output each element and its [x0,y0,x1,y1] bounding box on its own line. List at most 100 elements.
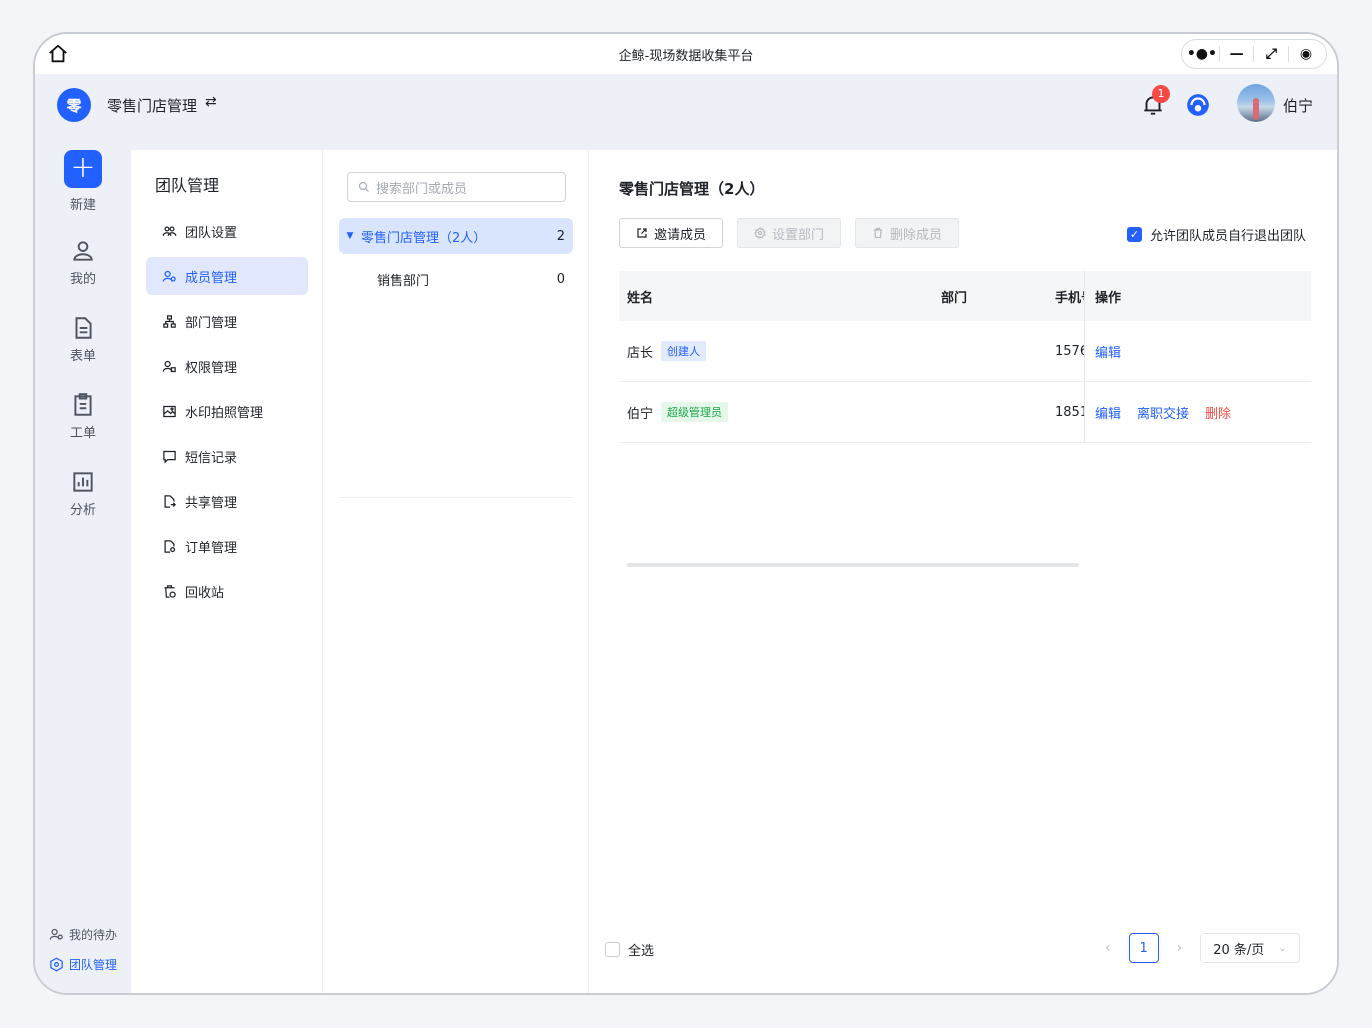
delete-link[interactable]: 删除 [1205,403,1231,422]
capsule-divider [1218,46,1220,62]
handover-link[interactable]: 离职交接 [1137,403,1189,422]
checkbox-unchecked-icon[interactable] [605,942,620,957]
more-icon[interactable]: •●• [1187,43,1217,65]
switch-team-icon[interactable]: ⇄ [205,94,217,110]
checkbox-checked-icon[interactable]: ✓ [1127,227,1142,242]
window-capsule: •●• — ⤢ ◉ [1181,39,1327,69]
subnav-item-label: 水印拍照管理 [185,405,264,421]
subnav-item-departments[interactable]: 部门管理 [146,302,308,340]
team-icon [162,226,177,236]
avatar[interactable] [1237,84,1275,122]
subnav-item-label: 权限管理 [185,360,238,376]
app-window: 企鲸-现场数据收集平台 •●• — ⤢ ◉ 零 零售门店管理 ⇄ 1 伯宁 + … [33,32,1339,995]
rail-item-forms[interactable]: 表单 [35,315,131,364]
select-all-label: 全选 [628,944,655,959]
order-icon [164,539,176,553]
set-department-button[interactable]: 设置部门 [737,218,841,248]
search-input[interactable]: 搜索部门或成员 [347,172,566,202]
invite-label: 邀请成员 [653,227,706,243]
subnav-item-share[interactable]: 共享管理 [146,482,308,520]
prev-page-icon[interactable]: ‹ [1105,940,1111,956]
subnav-item-permissions[interactable]: 权限管理 [146,347,308,385]
subnav-item-label: 部门管理 [185,315,238,331]
edit-link[interactable]: 编辑 [1095,403,1121,422]
close-circle-icon[interactable]: ◉ [1295,43,1317,65]
horizontal-scrollbar[interactable] [627,563,1079,567]
member-name: 店长 [627,345,654,361]
next-page-icon[interactable]: › [1177,940,1183,956]
page-size-select[interactable]: 20 条/页 ⌄ [1200,933,1300,963]
settings-hex-icon [50,957,63,972]
cell-phone: 18519 [1055,404,1084,420]
select-all-checkbox[interactable]: 全选 [605,940,654,959]
subnav-title: 团队管理 [155,176,220,195]
subnav-item-members[interactable]: 成员管理 [146,257,308,295]
rail-item-label: 表单 [69,349,96,364]
tree-node-count: 2 [556,228,565,244]
rail-item-label: 分析 [69,503,96,518]
subnav-item-label: 回收站 [185,585,225,601]
delete-member-button[interactable]: 删除成员 [855,218,959,248]
column-header-dept: 部门 [941,290,968,306]
column-header-phone: 手机号 [1055,290,1084,306]
title-bar: 企鲸-现场数据收集平台 •●• — ⤢ ◉ [35,34,1337,74]
team-name[interactable]: 零售门店管理 [107,95,197,116]
rail-new[interactable]: + 新建 [35,150,131,213]
tree-node-root[interactable]: ▼ 零售门店管理（2人） 2 [339,218,573,254]
members-table: 姓名 部门 手机号 操作 店长 创建人 15762 编辑 伯宁 超级 [619,271,1311,567]
window-title: 企鲸-现场数据收集平台 [618,49,754,64]
clipboard-icon [74,393,92,416]
restore-icon[interactable]: ⤢ [1260,43,1282,65]
trash-icon [873,227,882,239]
user-name[interactable]: 伯宁 [1283,95,1313,116]
allow-exit-label: 允许团队成员自行退出团队 [1150,229,1307,244]
rail-bottom-team[interactable]: 团队管理 [49,956,117,973]
customer-service-icon[interactable] [1185,92,1211,118]
page-title: 零售门店管理（2人） [619,180,765,198]
todo-user-icon [49,928,63,940]
rail-bottom-todo[interactable]: 我的待办 [49,926,117,943]
cell-ops: 编辑 [1084,321,1311,381]
subnav-item-label: 订单管理 [185,540,238,556]
rail-bottom-label: 我的待办 [69,928,118,942]
subnav-item-label: 成员管理 [185,270,238,286]
cell-ops: 编辑 离职交接 删除 [1084,382,1311,442]
capsule-divider [1288,46,1290,62]
notification-badge: 1 [1152,85,1170,103]
invite-member-button[interactable]: 邀请成员 [619,218,723,248]
edit-link[interactable]: 编辑 [1095,342,1121,361]
department-tree-panel: 搜索部门或成员 ▼ 零售门店管理（2人） 2 销售部门 0 [323,150,589,993]
tree-node-sales[interactable]: 销售部门 0 [339,261,573,297]
search-icon [358,181,369,192]
trash-icon [164,584,176,598]
page-number[interactable]: 1 [1128,933,1159,963]
role-tag: 创建人 [661,341,707,361]
rail-new-label: 新建 [69,198,96,213]
allow-exit-checkbox[interactable]: ✓ 允许团队成员自行退出团队 [1127,225,1306,244]
tree-node-label: 销售部门 [377,273,430,289]
caret-down-icon[interactable]: ▼ [339,231,361,241]
subnav-item-orders[interactable]: 订单管理 [146,527,308,565]
document-icon [75,317,92,339]
rail-item-mine[interactable]: 我的 [35,238,131,287]
rail-item-analysis[interactable]: 分析 [35,469,131,518]
ops-header-label: 操作 [1095,290,1122,306]
plus-icon[interactable]: + [64,150,102,188]
team-logo: 零 [57,88,91,122]
rail-item-label: 我的 [69,272,96,287]
subnav-item-sms[interactable]: 短信记录 [146,437,308,475]
subnav-item-watermark[interactable]: 水印拍照管理 [146,392,308,430]
column-header-ops: 操作 [1084,271,1311,321]
subnav-item-label: 短信记录 [185,450,238,466]
members-main: 零售门店管理（2人） 邀请成员 设置部门 删除成员 ✓ 允许团队成员自行退出团队… [589,150,1337,993]
chart-icon [73,472,93,492]
set-dept-label: 设置部门 [771,227,824,243]
subnav-item-team-settings[interactable]: 团队设置 [146,212,308,250]
subnav-item-recycle[interactable]: 回收站 [146,572,308,610]
member-name: 伯宁 [627,406,654,422]
rail-item-tickets[interactable]: 工单 [35,392,131,441]
share-icon [164,494,177,508]
cell-name: 伯宁 超级管理员 [627,382,729,442]
minimize-icon[interactable]: — [1226,43,1248,65]
members-icon [162,270,176,282]
